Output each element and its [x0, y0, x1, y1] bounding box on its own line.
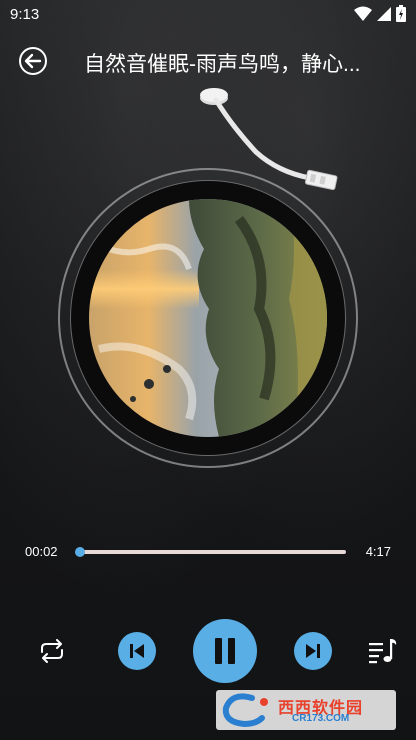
playlist-music-icon — [369, 639, 397, 664]
status-time: 9:13 — [10, 6, 40, 23]
progress-thumb[interactable] — [75, 547, 86, 557]
progress-track[interactable] — [75, 547, 346, 557]
progress-area: 00:02 4:17 — [0, 535, 416, 569]
arrow-left-circle-icon — [19, 47, 47, 75]
watermark-sub: CR173.COM — [292, 713, 350, 724]
playback-controls — [0, 616, 416, 686]
playlist-button[interactable] — [366, 634, 400, 668]
header: 自然音催眠-雨声鸟鸣，静心... — [0, 36, 416, 86]
battery-icon — [396, 5, 406, 22]
status-bar: 9:13 — [0, 0, 416, 30]
song-title: 自然音催眠-雨声鸟鸣，静心... — [84, 53, 361, 76]
previous-button[interactable] — [118, 632, 156, 670]
signal-icon — [377, 6, 391, 21]
back-button[interactable] — [18, 46, 48, 76]
status-icons — [354, 5, 406, 22]
pause-icon — [215, 638, 235, 664]
repeat-icon — [41, 639, 63, 663]
wifi-icon — [354, 6, 372, 21]
skip-next-icon — [306, 644, 320, 658]
next-button[interactable] — [294, 632, 332, 670]
elapsed-time: 00:02 — [25, 544, 58, 559]
watermark-logo — [222, 693, 268, 728]
pause-button[interactable] — [193, 619, 257, 683]
skip-previous-icon — [130, 644, 144, 658]
repeat-button[interactable] — [34, 634, 70, 668]
total-time: 4:17 — [365, 544, 391, 559]
album-art — [89, 199, 327, 437]
watermark: 西西软件园 CR173.COM — [216, 690, 396, 730]
